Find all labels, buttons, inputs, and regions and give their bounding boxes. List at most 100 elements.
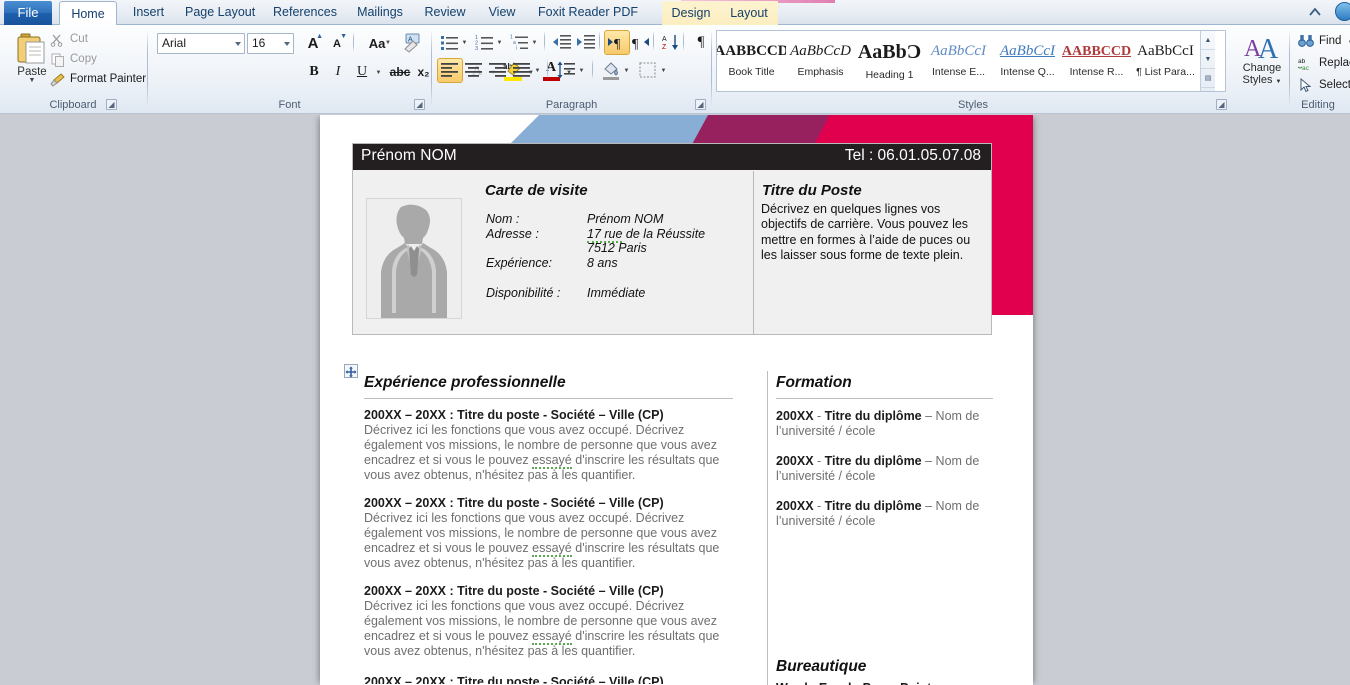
scroll-down-icon[interactable]: ▼ — [1201, 50, 1215, 69]
left-to-right-button[interactable]: ¶ — [604, 30, 630, 55]
tab-review[interactable]: Review — [414, 0, 476, 25]
style-name: Intense R... — [1069, 65, 1124, 78]
increase-indent-button[interactable] — [574, 31, 598, 54]
right-to-left-button[interactable]: ¶ — [629, 31, 653, 54]
tab-page-layout[interactable]: Page Layout — [176, 0, 264, 25]
chevron-down-icon[interactable] — [235, 42, 241, 46]
document-workspace[interactable]: Prénom NOM Tel : 06.01.05.07.08 Carte de… — [0, 115, 1350, 685]
experience-entry[interactable]: 200XX – 20XX : Titre du poste - Société … — [364, 408, 736, 483]
clear-formatting-button[interactable]: A — [401, 31, 425, 54]
shrink-font-button[interactable]: A ▼ — [325, 32, 349, 55]
scroll-up-icon[interactable]: ▲ — [1201, 31, 1215, 50]
tab-view[interactable]: View — [476, 0, 528, 25]
bullets-dropdown[interactable]: ▼ — [459, 31, 470, 54]
styles-gallery[interactable]: AABBCCD Book Title AaBbCcD Emphasis AaBbƆ Hea… — [716, 30, 1226, 92]
chevron-down-icon[interactable]: ▼ — [1276, 79, 1282, 85]
bold-button[interactable]: B — [304, 60, 324, 83]
help-icon[interactable] — [1335, 2, 1350, 21]
tab-foxit-reader-pdf[interactable]: Foxit Reader PDF — [528, 0, 648, 25]
style-item-book-title[interactable]: AABBCCD Book Title — [717, 31, 786, 91]
scissors-icon — [50, 34, 63, 47]
formation-degree: Titre du diplôme — [824, 454, 922, 468]
replace-button[interactable]: ab ac Replace — [1296, 53, 1350, 74]
style-item-intense-q[interactable]: AaBbCcI Intense Q... — [993, 31, 1062, 91]
experience-entry[interactable]: 200XX – 20XX : Titre du poste - Société … — [364, 496, 736, 571]
style-item--list-para[interactable]: AaBbCcI ¶ List Para... — [1131, 31, 1200, 91]
formation-entry[interactable]: 200XX - Titre du diplôme – Nom de l’univ… — [776, 499, 981, 529]
tab-file[interactable]: File — [4, 1, 52, 25]
change-styles-button[interactable]: A A Change Styles ▼ — [1236, 32, 1288, 88]
cut-button[interactable]: Cut — [48, 30, 88, 49]
font-dialog-launcher[interactable]: ◢ — [414, 99, 425, 110]
person-silhouette-icon — [367, 199, 461, 318]
experience-entry[interactable]: 200XX – 20XX : Titre du poste - Société … — [364, 584, 736, 659]
document-page[interactable]: Prénom NOM Tel : 06.01.05.07.08 Carte de… — [320, 115, 1033, 685]
line-spacing-button[interactable] — [554, 59, 578, 82]
business-card[interactable]: Prénom NOM Tel : 06.01.05.07.08 Carte de… — [352, 143, 992, 335]
style-item-intense-e[interactable]: AaBbCcI Intense E... — [924, 31, 993, 91]
tab-references[interactable]: References — [264, 0, 346, 25]
sort-button[interactable]: A Z — [659, 31, 683, 54]
object-move-handle-icon[interactable] — [344, 364, 358, 378]
multilevel-dropdown[interactable]: ▼ — [529, 31, 540, 54]
font-name-value: Arial — [162, 36, 187, 50]
align-right-button[interactable] — [486, 59, 510, 82]
paragraph-dialog-launcher[interactable]: ◢ — [695, 99, 706, 110]
person-silhouette-photo[interactable] — [366, 198, 462, 319]
numbering-dropdown[interactable]: ▼ — [494, 31, 505, 54]
borders-dropdown[interactable]: ▼ — [658, 59, 669, 82]
show-formatting-marks-button[interactable]: ¶ — [689, 31, 713, 54]
underline-button[interactable]: U — [352, 60, 372, 83]
grow-font-button[interactable]: A ▲ — [301, 32, 325, 55]
styles-gallery-scrollbar[interactable]: ▲ ▼ ▤ — [1200, 31, 1215, 91]
formation-year: 200XX — [776, 454, 814, 468]
justify-dropdown[interactable]: ▼ — [532, 59, 543, 82]
more-styles-icon[interactable]: ▤ — [1201, 69, 1215, 88]
group-divider — [653, 31, 654, 51]
format-painter-button[interactable]: Format Painter — [48, 70, 146, 89]
chevron-up-icon[interactable] — [1307, 5, 1323, 19]
tab-mailings[interactable]: Mailings — [346, 0, 414, 25]
justify-button[interactable] — [510, 59, 534, 82]
svg-text:A: A — [1258, 34, 1279, 62]
tab-insert[interactable]: Insert — [121, 0, 176, 25]
decrease-indent-button[interactable] — [550, 31, 574, 54]
font-name-input[interactable]: Arial — [157, 33, 245, 54]
tab-layout[interactable]: Layout — [720, 1, 778, 25]
chevron-down-icon: ▼ — [496, 40, 503, 46]
style-item-emphasis[interactable]: AaBbCcD Emphasis — [786, 31, 855, 91]
style-item-heading-1[interactable]: AaBbƆ Heading 1 — [855, 31, 924, 91]
align-center-button[interactable] — [462, 59, 486, 82]
formation-entry[interactable]: 200XX - Titre du diplôme – Nom de l’univ… — [776, 409, 981, 439]
tab-home[interactable]: Home — [59, 1, 117, 26]
formation-entry[interactable]: 200XX - Titre du diplôme – Nom de l’univ… — [776, 454, 981, 484]
underline-dropdown[interactable]: ▼ — [372, 60, 385, 83]
italic-button[interactable]: I — [328, 60, 348, 83]
line-spacing-dropdown[interactable]: ▼ — [576, 59, 587, 82]
multilevel-list-icon: 1 a i — [510, 35, 528, 52]
borders-button[interactable] — [636, 59, 660, 82]
strikethrough-button[interactable]: abc — [388, 60, 412, 83]
shading-dropdown[interactable]: ▼ — [621, 59, 632, 82]
shading-button[interactable] — [599, 59, 623, 82]
tab-design[interactable]: Design — [662, 1, 720, 25]
font-size-input[interactable]: 16 — [247, 33, 294, 54]
clipboard-group-label: Clipboard — [49, 99, 97, 111]
styles-dialog-launcher[interactable]: ◢ — [1216, 99, 1227, 110]
change-case-button[interactable]: Aa ▼ — [361, 32, 393, 55]
chevron-down-icon[interactable] — [284, 42, 290, 46]
style-name: Emphasis — [797, 66, 844, 78]
chevron-down-icon[interactable]: ▼ — [385, 40, 391, 46]
down-caret-icon: ▼ — [340, 33, 347, 40]
clipboard-dialog-launcher[interactable]: ◢ — [106, 99, 117, 110]
align-left-button[interactable] — [437, 58, 463, 83]
svg-text:3: 3 — [475, 46, 478, 52]
select-button[interactable]: Select ▼ — [1296, 75, 1350, 96]
find-button[interactable]: Find ▼ — [1296, 31, 1350, 52]
field-value-experience: 8 ans — [587, 256, 618, 270]
card-header-bar: Prénom NOM Tel : 06.01.05.07.08 — [353, 144, 991, 170]
ribbon-group-paragraph: ▼ 1 2 3 ▼ 1 a i ▼ ¶ ¶ A Z ¶ ▼ ▼ ▼ ▼ Para… — [433, 25, 710, 113]
line-spacing-icon — [557, 61, 575, 79]
copy-button[interactable]: Copy — [48, 50, 97, 69]
style-item-intense-r[interactable]: AABBCCD Intense R... — [1062, 31, 1131, 91]
